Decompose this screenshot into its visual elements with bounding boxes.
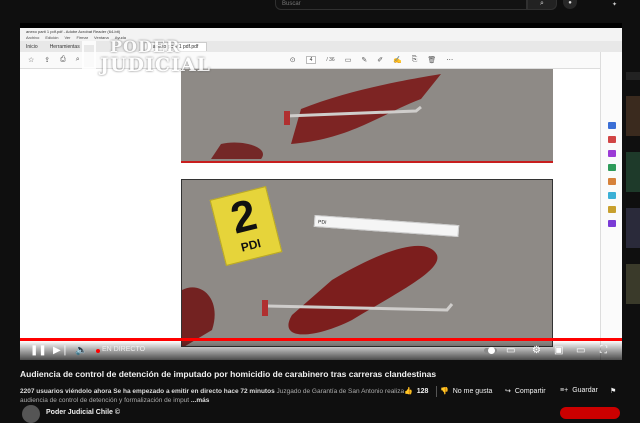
next-icon[interactable]: ▶❘: [53, 345, 69, 356]
page-down-icon[interactable]: ⊙: [290, 56, 296, 64]
settings-icon[interactable]: ⚙: [532, 345, 541, 356]
rail-thumbnail[interactable]: [626, 208, 640, 248]
tab-home[interactable]: Inicio: [26, 44, 38, 50]
search-input[interactable]: Buscar: [275, 0, 527, 10]
video-description[interactable]: 2207 usuarios viéndolo ahora Se ha empez…: [20, 387, 430, 405]
thumbs-up-icon: 👍: [404, 388, 413, 395]
flag-icon: ⚑: [610, 388, 617, 395]
save-icon: ≡+: [560, 387, 569, 394]
stamp-icon[interactable]: ⎘: [412, 56, 418, 64]
tool-edit-icon[interactable]: [608, 150, 616, 157]
mic-icon: ●: [568, 0, 572, 6]
sign-icon[interactable]: ✍: [393, 56, 402, 64]
volume-icon[interactable]: 🔈: [75, 345, 87, 356]
dislike-label: No me gusta: [452, 387, 493, 395]
miniplayer-icon[interactable]: ▣: [554, 345, 563, 356]
like-button[interactable]: 👍 128: [404, 387, 429, 396]
save-button[interactable]: ≡+ Guardar: [560, 387, 598, 394]
tool-sign-icon[interactable]: [608, 206, 616, 213]
share-icon: ↪: [505, 388, 511, 395]
subscribe-button[interactable]: [560, 407, 620, 419]
blood-stain-1: [211, 74, 441, 159]
player-controls: ❚❚ ▶❘ 🔈 EN DIRECTO ▭ ⚙ ▣ ▭ ⛶: [20, 341, 622, 360]
tab-tools[interactable]: Herramientas: [50, 44, 80, 50]
more-icon[interactable]: ⋯: [446, 56, 453, 64]
video-player[interactable]: anexo parti 1 pdf.pdf - Adobe Acrobat Re…: [20, 23, 622, 360]
highlight-icon[interactable]: ✐: [377, 56, 383, 64]
pdf-right-tools: [600, 52, 622, 360]
tool-export-icon[interactable]: [608, 122, 616, 129]
thumbs-down-icon: 👎: [440, 388, 449, 395]
share-label: Compartir: [514, 387, 546, 395]
page-number-field[interactable]: 4: [305, 56, 317, 64]
column-logo-icon: [82, 41, 96, 71]
tool-compress-icon[interactable]: [608, 192, 616, 199]
like-count: 128: [416, 387, 429, 395]
search-button[interactable]: ⌕: [527, 0, 557, 10]
theater-icon[interactable]: ▭: [576, 345, 585, 356]
pause-icon[interactable]: ❚❚: [30, 345, 47, 356]
like-divider: [436, 386, 437, 397]
print-icon[interactable]: ⎙: [60, 56, 66, 64]
ruler-label: PDI: [317, 219, 327, 226]
tool-organize-icon[interactable]: [608, 178, 616, 185]
report-button[interactable]: ⚑: [610, 387, 616, 395]
pdf-title-bar: anexo parti 1 pdf.pdf - Adobe Acrobat Re…: [20, 28, 622, 35]
viewer-count: 2207 usuarios viéndolo ahora: [20, 388, 112, 395]
poder-judicial-watermark: PODER JUDICIAL: [82, 37, 242, 77]
search-doc-icon[interactable]: ⌕: [76, 56, 80, 64]
recommendations-rail: [626, 72, 640, 332]
rail-thumbnail[interactable]: [626, 264, 640, 304]
evidence-photo-1: [181, 69, 553, 163]
pdf-window-title: anexo parti 1 pdf.pdf - Adobe Acrobat Re…: [26, 29, 121, 34]
notifications-icon[interactable]: ✦: [612, 1, 634, 8]
search-icon: ⌕: [540, 0, 544, 7]
channel-avatar[interactable]: [22, 405, 40, 423]
tool-protect-icon[interactable]: [608, 220, 616, 227]
tool-combine-icon[interactable]: [608, 164, 616, 171]
tool-pdf-icon[interactable]: [608, 136, 616, 143]
share-button[interactable]: ↪ Compartir: [505, 387, 546, 396]
save-label: Guardar: [572, 387, 598, 394]
rail-thumbnail[interactable]: [626, 152, 640, 192]
watermark-line-2: JUDICIAL: [100, 54, 212, 76]
pen-icon[interactable]: ✎: [361, 56, 367, 64]
autoplay-knob: [488, 347, 495, 354]
page-total: / 36: [326, 57, 335, 63]
live-indicator-icon: [96, 349, 100, 353]
evidence-photo-2: 2 PDI PDI: [181, 179, 553, 347]
video-title: Audiencia de control de detención de imp…: [20, 369, 437, 379]
delete-icon[interactable]: 🗑: [427, 56, 436, 64]
pdf-window: anexo parti 1 pdf.pdf - Adobe Acrobat Re…: [20, 28, 622, 360]
rail-thumbnail[interactable]: [626, 96, 640, 136]
subtitles-icon[interactable]: ▭: [506, 345, 515, 356]
pdf-page: 2 PDI PDI: [20, 69, 600, 360]
comment-icon[interactable]: ▭: [345, 56, 352, 64]
more-link[interactable]: ...más: [191, 397, 209, 404]
rail-icon[interactable]: [626, 72, 640, 80]
live-label[interactable]: EN DIRECTO: [102, 346, 145, 353]
upload-icon[interactable]: ⇪: [44, 56, 50, 64]
dislike-button[interactable]: 👎 No me gusta: [440, 387, 493, 396]
stream-started: Se ha empezado a emitir en directo hace …: [113, 388, 275, 395]
fullscreen-icon[interactable]: ⛶: [600, 345, 607, 356]
star-icon[interactable]: ☆: [28, 56, 34, 64]
